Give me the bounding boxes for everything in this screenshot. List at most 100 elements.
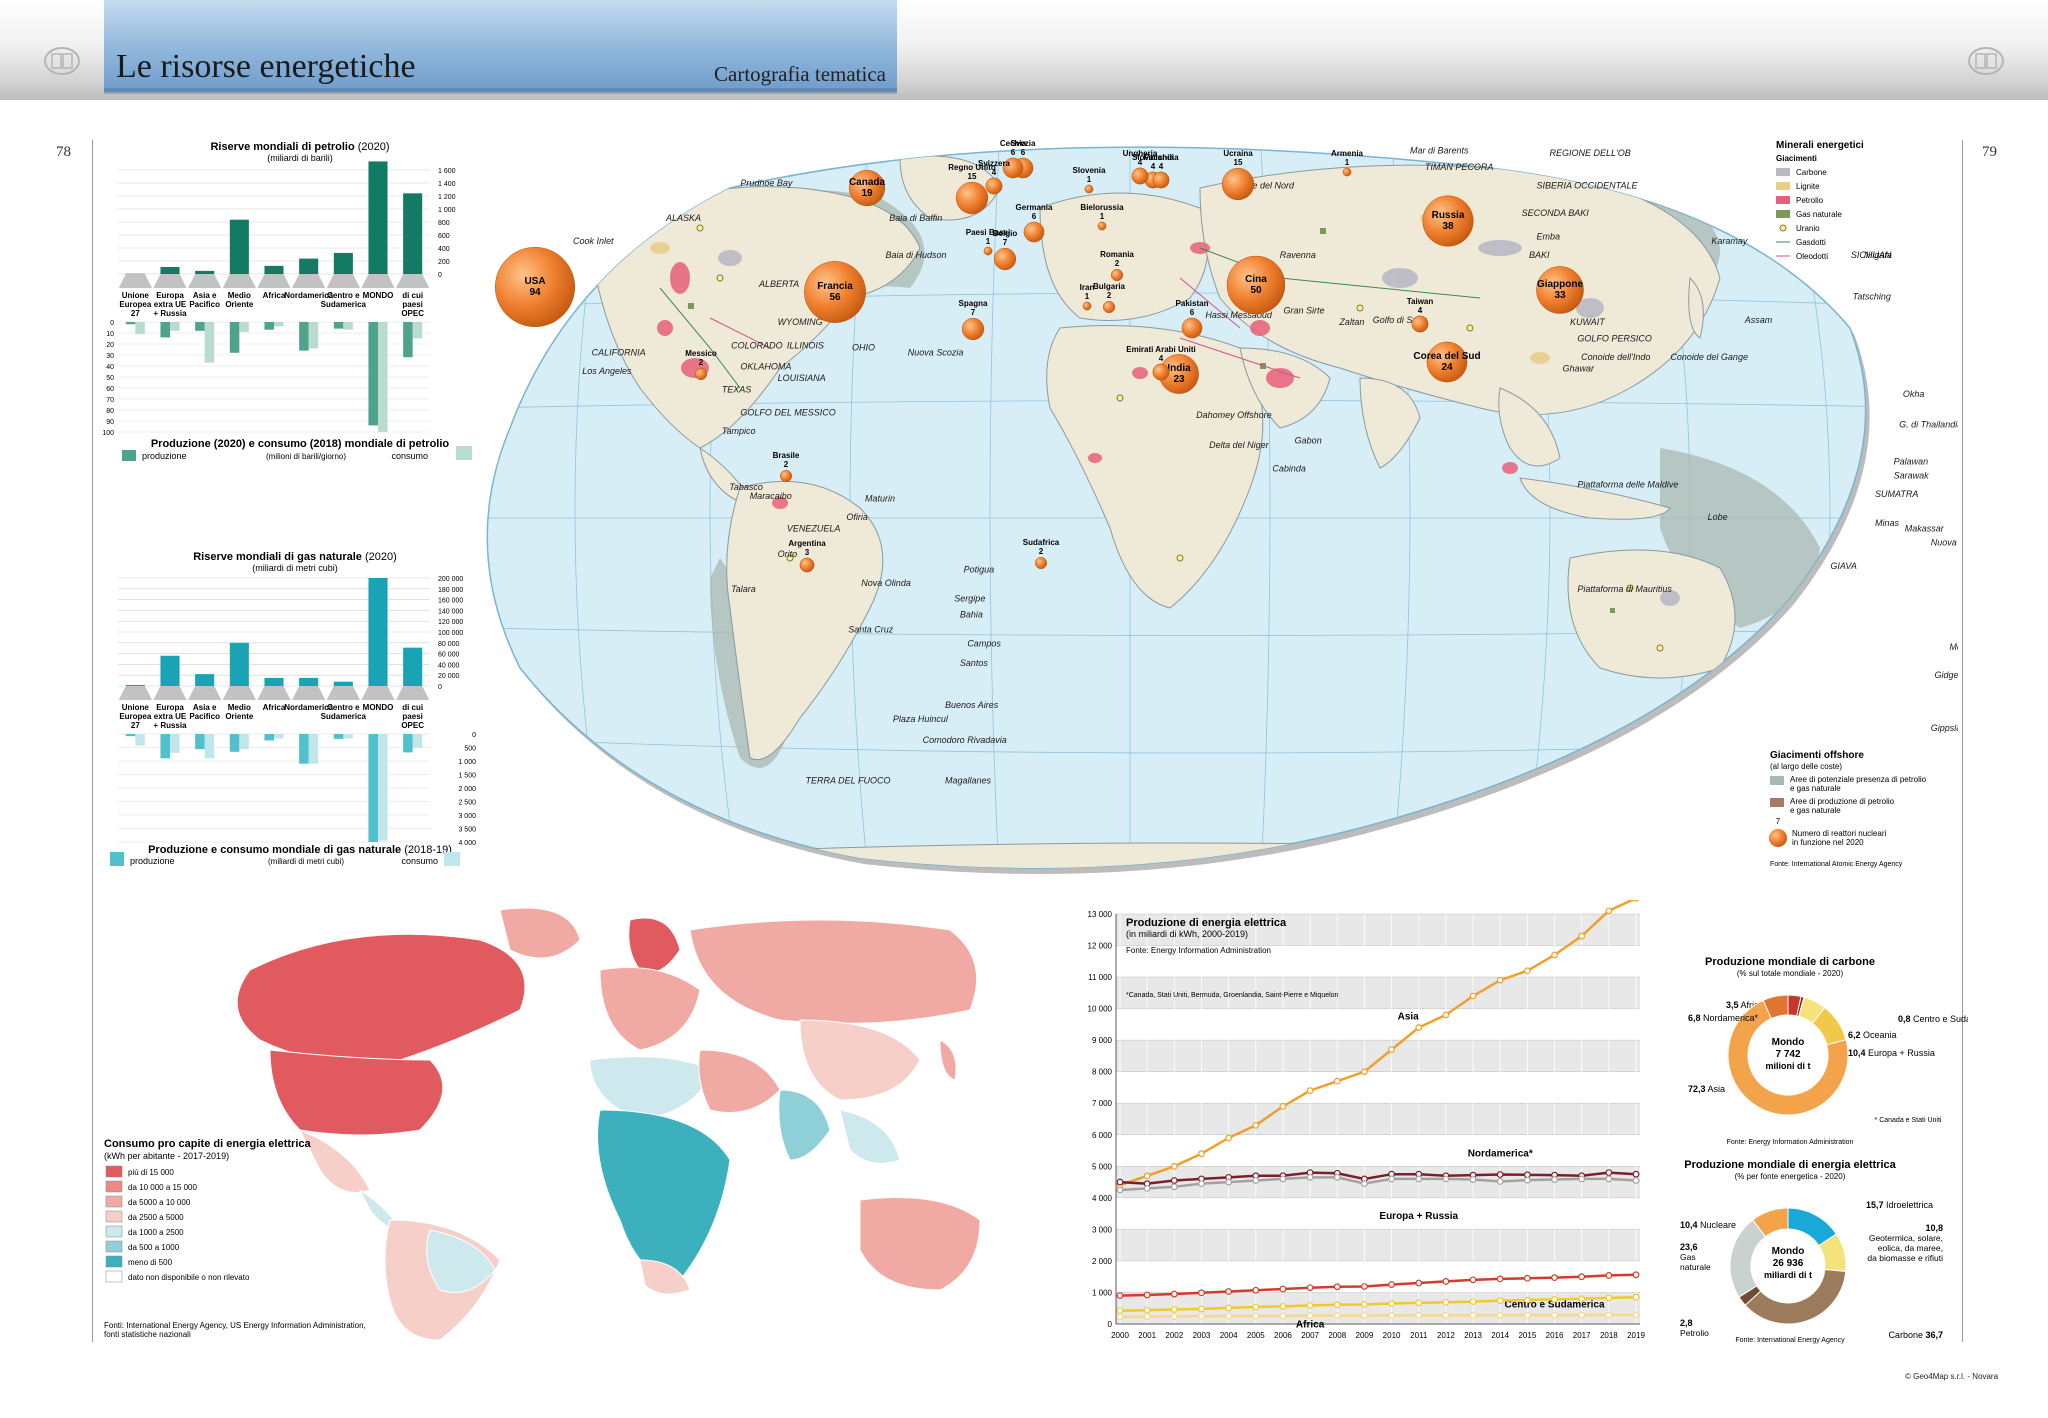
y-tick-label: 0 bbox=[438, 684, 442, 691]
country-label: Canada bbox=[849, 177, 886, 188]
header-title-band-shadow bbox=[104, 88, 897, 94]
map-label: Santa Cruz bbox=[848, 625, 894, 635]
country-label: Corea del Sud bbox=[1413, 351, 1480, 362]
gas-legend-consumption: consumo bbox=[401, 856, 438, 866]
reactor-count: 6 bbox=[1021, 148, 1026, 157]
reserve-bar bbox=[125, 684, 145, 686]
reserve-bar bbox=[333, 252, 353, 274]
coal-subtitle: (% sul totale mondiale - 2020) bbox=[1737, 969, 1844, 978]
category-label-line: Centro e bbox=[327, 291, 360, 300]
data-point bbox=[1252, 1177, 1260, 1184]
legend-label: da 5000 a 10 000 bbox=[128, 1198, 191, 1207]
data-point bbox=[1170, 1183, 1178, 1191]
map-label: Assam bbox=[1744, 315, 1773, 325]
production-bar bbox=[195, 734, 205, 750]
oil-chart-title-year: (2020) bbox=[358, 141, 390, 153]
y-tick-label: 1 200 bbox=[438, 194, 456, 201]
gas-legend-consumption-swatch bbox=[444, 852, 460, 866]
data-point bbox=[1415, 1311, 1423, 1319]
reactor-bubble bbox=[1152, 171, 1170, 189]
reactor-bubble bbox=[1102, 300, 1116, 314]
grid-band bbox=[1116, 1229, 1640, 1261]
map-label: Maracaibo bbox=[750, 491, 792, 501]
y-tick-label: 2 500 bbox=[458, 800, 476, 807]
data-point bbox=[1252, 1121, 1260, 1129]
reactor-count: 6 bbox=[1032, 212, 1037, 221]
data-point bbox=[1551, 1296, 1558, 1303]
y-tick-label: 4 000 bbox=[1092, 1194, 1113, 1203]
y-tick-label: 20 000 bbox=[438, 673, 460, 680]
y-tick-label: 100 bbox=[102, 430, 114, 437]
map-label: Maturin bbox=[865, 494, 895, 504]
coal-source: Fonte: Energy Information Administration bbox=[1727, 1139, 1854, 1146]
map-label: Ofiria bbox=[846, 512, 868, 522]
data-point bbox=[1496, 976, 1504, 984]
category-tab bbox=[153, 686, 187, 700]
production-bar bbox=[264, 734, 274, 741]
production-bar bbox=[299, 322, 309, 351]
category-label-line: + Russia bbox=[153, 721, 187, 730]
category-tab bbox=[257, 274, 291, 288]
consumption-bar bbox=[170, 322, 180, 331]
map-label: Santos bbox=[960, 658, 989, 668]
category-label-line: OPEC bbox=[401, 721, 424, 730]
consumption-bar bbox=[135, 734, 145, 746]
slice-value: 36,7 bbox=[1925, 1330, 1943, 1340]
country-label: Armenia bbox=[1331, 149, 1364, 158]
y-tick-label: 160 000 bbox=[438, 598, 463, 605]
category-label: Africa bbox=[263, 291, 286, 300]
data-point bbox=[1116, 1186, 1124, 1194]
y-tick-label: 40 000 bbox=[438, 662, 460, 669]
new-zealand bbox=[1768, 666, 1784, 719]
data-point bbox=[1632, 1170, 1640, 1178]
reactor-bubble bbox=[1023, 221, 1045, 243]
data-point bbox=[1116, 1292, 1124, 1300]
y-tick-label: 1 500 bbox=[458, 773, 476, 780]
reactor-bubble bbox=[1131, 167, 1149, 185]
y-tick-label: 100 000 bbox=[438, 630, 463, 637]
electricity-source-donut-chart: Produzione mondiale di energia elettrica… bbox=[1680, 1159, 1943, 1344]
consumption-bar bbox=[274, 322, 284, 327]
country-label: Iran bbox=[1080, 283, 1095, 292]
series-label: Asia bbox=[1398, 1012, 1420, 1023]
category-label-line: Europa bbox=[156, 703, 184, 712]
oil-legend-consumption-swatch bbox=[456, 446, 472, 460]
map-label: Nuova Guinea bbox=[1931, 538, 1958, 548]
y-tick-label: 50 bbox=[106, 375, 114, 382]
x-tick-label: 2009 bbox=[1356, 1331, 1374, 1340]
y-tick-label: 7 000 bbox=[1092, 1099, 1113, 1108]
legend-label: meno di 500 bbox=[128, 1258, 173, 1267]
category-label-line: 27 bbox=[131, 309, 140, 318]
legend-title: Minerali energetici bbox=[1776, 140, 1864, 151]
reserve-bar bbox=[299, 677, 319, 686]
page-margin-rule-left bbox=[92, 140, 93, 1342]
country-label: Sudafrica bbox=[1023, 538, 1060, 547]
reactor-bubble bbox=[1181, 317, 1203, 339]
data-point bbox=[1415, 1024, 1423, 1031]
reactor-bubble bbox=[985, 177, 1003, 195]
reactor-count: 50 bbox=[1250, 285, 1262, 296]
data-point bbox=[1170, 1162, 1178, 1170]
category-label-line: Europea bbox=[119, 712, 152, 721]
legend-swatch bbox=[105, 1195, 123, 1208]
data-point bbox=[1143, 1306, 1151, 1314]
x-tick-label: 2000 bbox=[1111, 1331, 1129, 1340]
country-label: Cechia bbox=[1000, 139, 1027, 148]
reserve-bar bbox=[333, 681, 353, 686]
gas-bottom-title: Produzione e consumo mondiale di gas nat… bbox=[148, 844, 401, 856]
category-label: di cui paesi OPEC bbox=[401, 291, 424, 318]
x-tick-label: 2019 bbox=[1627, 1331, 1645, 1340]
category-label-line: di cui bbox=[402, 703, 423, 712]
map-label: OHIO bbox=[852, 343, 875, 353]
data-point bbox=[1388, 1300, 1395, 1307]
map-label: Baia di Baffin bbox=[889, 213, 942, 223]
category-label: MONDO bbox=[363, 703, 394, 712]
region-canada bbox=[236, 933, 526, 1063]
reserve-bar bbox=[229, 642, 249, 686]
category-label: Africa bbox=[263, 703, 286, 712]
country-label: Spagna bbox=[959, 299, 988, 308]
reactor-count: 2 bbox=[1115, 259, 1120, 268]
map-label: Cook Inlet bbox=[573, 236, 614, 246]
slice-label: 10,4 Europa + Russia bbox=[1848, 1048, 1935, 1058]
slice-name: Asia bbox=[1706, 1084, 1726, 1094]
